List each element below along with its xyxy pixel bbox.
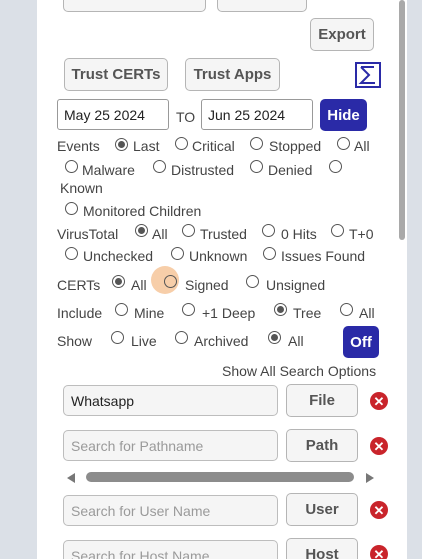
date-from-input[interactable]: May 25 2024 [57, 99, 169, 130]
virustotal-radio-0-hits[interactable] [262, 224, 275, 237]
include-option-1-deep: +1 Deep [202, 305, 256, 321]
trust-certs-button[interactable]: Trust CERTs [64, 58, 168, 91]
show-option-archived: Archived [194, 333, 249, 349]
scroll-right-icon[interactable] [366, 473, 374, 483]
vertical-scrollbar[interactable] [397, 0, 407, 559]
include-radio-all[interactable] [340, 303, 353, 316]
virustotal-option-issues-found: Issues Found [281, 248, 366, 264]
date-to-label: TO [176, 109, 196, 125]
horizontal-scrollbar[interactable] [65, 470, 377, 486]
virustotal-radio-trusted[interactable] [182, 224, 195, 237]
virustotal-label: VirusTotal [57, 226, 119, 242]
events-option-stopped: Stopped [269, 138, 322, 154]
certs-radio-unsigned[interactable] [246, 275, 259, 288]
events-radio-critical[interactable] [175, 137, 188, 150]
events-radio-stopped[interactable] [250, 137, 263, 150]
host-search-button[interactable]: Host [286, 538, 358, 559]
host-search-input[interactable]: Search for Host Name [63, 540, 278, 559]
top-partial-button-1[interactable] [63, 0, 206, 12]
show-radio-all[interactable] [268, 331, 281, 344]
show-all-search-options-link[interactable]: Show All Search Options [222, 363, 376, 379]
events-option-last: Last [133, 138, 160, 154]
show-label: Show [57, 333, 93, 349]
certs-option-all: All [131, 277, 147, 293]
trust-apps-button[interactable]: Trust Apps [185, 58, 280, 91]
certs-label: CERTs [57, 277, 101, 293]
sigma-icon[interactable] [355, 62, 381, 88]
file-search-button[interactable]: File [286, 384, 358, 417]
export-button[interactable]: Export [310, 18, 374, 51]
file-search-input[interactable]: Whatsapp [63, 385, 278, 416]
virustotal-radio-issues-found[interactable] [263, 247, 276, 260]
virustotal-option-trusted: Trusted [200, 226, 247, 242]
virustotal-option-unchecked: Unchecked [83, 248, 154, 264]
include-label: Include [57, 305, 103, 321]
clear-path-search-icon[interactable]: ✕ [370, 437, 388, 455]
include-option-all: All [359, 305, 375, 321]
include-option-mine: Mine [134, 305, 165, 321]
certs-radio-all[interactable] [112, 275, 125, 288]
virustotal-radio-unchecked[interactable] [65, 247, 78, 260]
events-label: Events [57, 138, 100, 154]
show-radio-archived[interactable] [175, 331, 188, 344]
events-radio-denied[interactable] [250, 160, 263, 173]
virustotal-option-unknown: Unknown [189, 248, 248, 264]
clear-user-search-icon[interactable]: ✕ [370, 501, 388, 519]
events-option-all: All [354, 138, 370, 154]
events-radio-last[interactable] [115, 138, 128, 151]
path-search-button[interactable]: Path [286, 429, 358, 462]
certs-radio-signed[interactable] [164, 275, 177, 288]
path-search-input[interactable]: Search for Pathname [63, 430, 278, 461]
events-radio-distrusted[interactable] [153, 160, 166, 173]
certs-option-unsigned: Unsigned [266, 277, 326, 293]
virustotal-radio-all[interactable] [135, 224, 148, 237]
events-radio-monitored-children[interactable] [65, 202, 78, 215]
hide-button[interactable]: Hide [320, 99, 367, 131]
events-option-denied: Denied [268, 162, 313, 178]
date-to-input[interactable]: Jun 25 2024 [201, 99, 313, 130]
events-radio-known[interactable] [329, 160, 342, 173]
clear-host-search-icon[interactable]: ✕ [370, 545, 388, 559]
show-radio-live[interactable] [111, 331, 124, 344]
virustotal-option-0-hits: 0 Hits [281, 226, 317, 242]
virustotal-option-all: All [152, 226, 168, 242]
scroll-left-icon[interactable] [67, 473, 75, 483]
vertical-scroll-thumb[interactable] [399, 0, 405, 240]
include-radio-1-deep[interactable] [182, 303, 195, 316]
virustotal-radio-unknown[interactable] [171, 247, 184, 260]
events-option-critical: Critical [192, 138, 235, 154]
search-panel: Export Trust CERTs Trust Apps May 25 202… [37, 0, 407, 559]
show-option-live: Live [131, 333, 157, 349]
events-option-malware: Malware [82, 162, 135, 178]
show-option-all: All [288, 333, 304, 349]
horizontal-scroll-thumb[interactable] [86, 472, 354, 482]
events-option-known: Known [60, 180, 103, 196]
include-radio-tree[interactable] [274, 303, 287, 316]
include-radio-mine[interactable] [115, 303, 128, 316]
virustotal-option-t0: T+0 [349, 226, 374, 242]
events-option-monitored-children: Monitored Children [83, 203, 202, 219]
top-partial-button-2[interactable] [217, 0, 307, 12]
include-option-tree: Tree [293, 305, 322, 321]
show-off-toggle[interactable]: Off [343, 326, 379, 358]
events-option-distrusted: Distrusted [171, 162, 235, 178]
user-search-input[interactable]: Search for User Name [63, 495, 278, 526]
virustotal-radio-t0[interactable] [331, 224, 344, 237]
events-radio-all[interactable] [337, 137, 350, 150]
certs-option-signed: Signed [185, 277, 229, 293]
user-search-button[interactable]: User [286, 493, 358, 526]
events-radio-malware[interactable] [65, 160, 78, 173]
clear-file-search-icon[interactable]: ✕ [370, 392, 388, 410]
